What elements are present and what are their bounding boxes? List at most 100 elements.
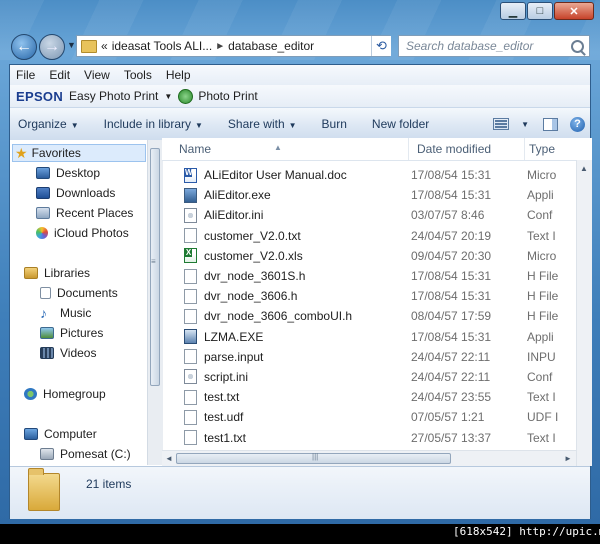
file-name-cell[interactable]: test.txt: [162, 389, 409, 405]
maximize-button[interactable]: □: [527, 2, 553, 20]
file-name: AliEditor.ini: [204, 208, 264, 223]
file-icon: [184, 409, 197, 425]
file-row[interactable]: test.udf 07/05/57 1:21 UDF I: [162, 407, 592, 427]
nav-item-icloud-photos[interactable]: iCloud Photos: [36, 224, 129, 242]
refresh-button[interactable]: ⟲: [371, 36, 391, 56]
view-options-dropdown-icon[interactable]: ▼: [521, 120, 529, 129]
breadcrumb-parent[interactable]: ideasat Tools ALI...: [112, 39, 213, 53]
nav-item-downloads[interactable]: Downloads: [36, 184, 115, 202]
file-icon: [184, 308, 197, 324]
nav-item-music[interactable]: ♪ Music: [40, 304, 91, 322]
file-type: Text I: [527, 390, 556, 405]
nav-item-homegroup[interactable]: Homegroup: [24, 385, 106, 403]
breadcrumb-overflow[interactable]: «: [101, 39, 108, 53]
file-name-cell[interactable]: parse.input: [162, 349, 409, 365]
file-name-cell[interactable]: LZMA.EXE: [162, 329, 409, 345]
file-row[interactable]: dvr_node_3601S.h 17/08/54 15:31 H File: [162, 266, 592, 286]
file-type: Micro: [527, 168, 557, 183]
file-name-cell[interactable]: AliEditor.ini: [162, 207, 409, 223]
menu-edit[interactable]: Edit: [49, 68, 70, 82]
minimize-button[interactable]: ▁: [500, 2, 526, 20]
column-name[interactable]: Name ▲: [162, 138, 409, 160]
breadcrumb-current[interactable]: database_editor: [228, 39, 314, 53]
back-button[interactable]: ←: [11, 34, 37, 60]
nav-item-desktop[interactable]: Desktop: [36, 164, 100, 182]
search-icon[interactable]: [571, 39, 584, 53]
file-row[interactable]: parse.input 24/04/57 22:11 INPU: [162, 347, 592, 367]
horizontal-scrollbar[interactable]: ◄ ||| ►: [162, 450, 576, 467]
file-name: customer_V2.0.xls: [204, 248, 303, 263]
txt-icon: [184, 389, 197, 405]
file-name-cell[interactable]: dvr_node_3606_comboUI.h: [162, 308, 409, 324]
nav-scroll-thumb[interactable]: [150, 148, 160, 386]
chevron-down-icon: ▼: [288, 121, 297, 130]
file-name-cell[interactable]: test1.txt: [162, 430, 409, 446]
nav-item-videos[interactable]: Videos: [40, 344, 96, 362]
file-name: dvr_node_3606.h: [204, 289, 298, 304]
menu-file[interactable]: File: [16, 68, 35, 82]
address-bar[interactable]: « ideasat Tools ALI... ► database_editor…: [76, 35, 390, 57]
file-row[interactable]: test.txt 24/04/57 23:55 Text I: [162, 387, 592, 407]
column-type[interactable]: Type: [525, 138, 575, 160]
file-name-cell[interactable]: dvr_node_3601S.h: [162, 268, 409, 284]
file-row[interactable]: dvr_node_3606.h 17/08/54 15:31 H File: [162, 286, 592, 306]
nav-item-computer[interactable]: Computer: [24, 425, 97, 443]
file-name-cell[interactable]: AliEditor.exe: [162, 187, 409, 203]
file-name: dvr_node_3606_comboUI.h: [204, 309, 353, 324]
scroll-left-icon[interactable]: ◄: [165, 454, 173, 463]
file-row[interactable]: LZMA.EXE 17/08/54 15:31 Appli: [162, 327, 592, 347]
file-name-cell[interactable]: test.udf: [162, 409, 409, 425]
file-name-cell[interactable]: script.ini: [162, 369, 409, 385]
file-date: 17/08/54 15:31: [411, 329, 492, 344]
file-type: Micro: [527, 248, 557, 263]
burn-button[interactable]: Burn: [322, 117, 347, 131]
menu-view[interactable]: View: [84, 68, 110, 82]
easy-photo-print-button[interactable]: Easy Photo Print: [69, 89, 158, 103]
nav-item-drive-c[interactable]: Pomesat (C:): [40, 445, 131, 463]
scroll-up-icon[interactable]: ▲: [580, 164, 588, 173]
file-row[interactable]: customer_V2.0.xls 09/04/57 20:30 Micro: [162, 246, 592, 266]
file-name-cell[interactable]: customer_V2.0.xls: [162, 248, 409, 264]
nav-item-documents[interactable]: Documents: [40, 284, 118, 302]
scroll-right-icon[interactable]: ►: [564, 454, 572, 463]
search-input[interactable]: Search database_editor: [398, 35, 590, 57]
refresh-icon: ⟲: [376, 38, 387, 53]
help-icon[interactable]: ?: [570, 116, 585, 132]
forward-button[interactable]: →: [39, 34, 65, 60]
file-row[interactable]: script.ini 24/04/57 22:11 Conf: [162, 367, 592, 387]
organize-button[interactable]: Organize ▼: [18, 117, 79, 131]
file-row[interactable]: AliEditor.ini 03/07/57 8:46 Conf: [162, 205, 592, 225]
column-date-modified[interactable]: Date modified: [409, 138, 525, 160]
file-name-cell[interactable]: dvr_node_3606.h: [162, 288, 409, 304]
nav-item-libraries[interactable]: Libraries: [24, 264, 90, 282]
menu-tools[interactable]: Tools: [124, 68, 152, 82]
new-folder-button[interactable]: New folder: [372, 117, 429, 131]
file-row[interactable]: ALiEditor User Manual.doc 17/08/54 15:31 M…: [162, 165, 592, 185]
photo-print-button[interactable]: Photo Print: [198, 89, 257, 103]
nav-item-pictures[interactable]: Pictures: [40, 324, 103, 342]
file-row[interactable]: AliEditor.exe 17/08/54 15:31 Appli: [162, 185, 592, 205]
file-name-cell[interactable]: customer_V2.0.txt: [162, 228, 409, 244]
breadcrumb-separator-icon[interactable]: ►: [215, 41, 225, 52]
file-list-scrollbar[interactable]: ▲: [576, 160, 592, 466]
file-type: Appli: [527, 188, 554, 203]
file-row[interactable]: customer_V2.0.txt 24/04/57 20:19 Text I: [162, 226, 592, 246]
nav-item-recent-places[interactable]: Recent Places: [36, 204, 133, 222]
menu-help[interactable]: Help: [166, 68, 191, 82]
file-name-cell[interactable]: ALiEditor User Manual.doc: [162, 167, 409, 183]
nav-pane-scrollbar[interactable]: ≡: [147, 140, 163, 465]
recent-pages-dropdown[interactable]: ▼: [67, 40, 76, 50]
file-row[interactable]: test1.txt 27/05/57 13:37 Text I: [162, 427, 592, 447]
nav-item-favorites[interactable]: ★ Favorites: [12, 144, 146, 162]
nav-label: iCloud Photos: [54, 226, 129, 240]
file-row[interactable]: dvr_node_3606_comboUI.h 08/04/57 17:59 H F…: [162, 306, 592, 326]
include-in-library-button[interactable]: Include in library ▼: [104, 117, 203, 131]
nav-label: Music: [60, 306, 92, 320]
share-with-button[interactable]: Share with ▼: [228, 117, 297, 131]
easy-photo-print-dropdown-icon[interactable]: ▼: [164, 92, 172, 101]
preview-pane-icon[interactable]: [543, 117, 558, 131]
change-view-icon[interactable]: [493, 118, 510, 130]
nav-label: Recent Places: [56, 206, 134, 220]
file-name: LZMA.EXE: [204, 329, 264, 344]
close-button[interactable]: ✕: [554, 2, 594, 20]
